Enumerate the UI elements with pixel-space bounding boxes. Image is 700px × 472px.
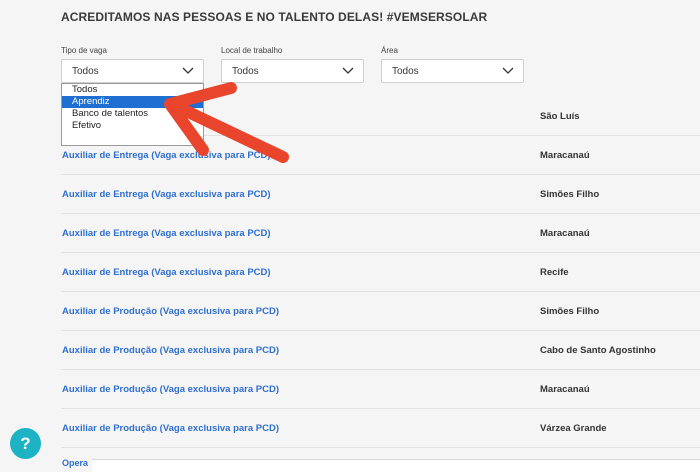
job-title-link[interactable]: Auxiliar de Produção (Vaga exclusiva par…: [62, 384, 279, 395]
job-row[interactable]: Auxiliar de Produção (Vaga exclusiva par…: [61, 370, 700, 409]
area-select[interactable]: Todos: [381, 59, 524, 83]
job-city: São Luís: [540, 111, 580, 122]
job-title-link[interactable]: Auxiliar de Entrega (Vaga exclusiva para…: [62, 189, 271, 200]
job-city: Maracanaú: [540, 150, 590, 161]
job-row[interactable]: Auxiliar de Entrega (Vaga exclusiva para…: [61, 214, 700, 253]
filter-label-local-de-trabalho: Local de trabalho: [221, 46, 283, 55]
chevron-down-icon: [182, 67, 194, 74]
dropdown-option-efetivo[interactable]: Efetivo: [62, 120, 203, 132]
job-city: Maracanaú: [540, 228, 590, 239]
filter-label-tipo-de-vaga: Tipo de vaga: [61, 46, 107, 55]
job-title-link[interactable]: Auxiliar de Entrega (Vaga exclusiva para…: [62, 150, 271, 161]
job-title-link[interactable]: Auxiliar de Produção (Vaga exclusiva par…: [62, 306, 279, 317]
chevron-down-icon: [502, 67, 514, 74]
local-de-trabalho-select[interactable]: Todos: [221, 59, 364, 83]
dropdown-option-todos[interactable]: Todos: [62, 84, 203, 96]
job-city: Recife: [540, 267, 569, 278]
job-city: Várzea Grande: [540, 423, 607, 434]
bottom-overlay-bar: [92, 459, 700, 472]
dropdown-option-aprendiz[interactable]: Aprendiz: [62, 96, 203, 108]
job-city: Maracanaú: [540, 384, 590, 395]
local-de-trabalho-value: Todos: [232, 66, 259, 77]
dropdown-option-banco-de-talentos[interactable]: Banco de talentos: [62, 108, 203, 120]
job-row[interactable]: Auxiliar de Entrega (Vaga exclusiva para…: [61, 253, 700, 292]
job-city: Simões Filho: [540, 306, 600, 317]
job-row[interactable]: Auxiliar de Produção (Vaga exclusiva par…: [61, 292, 700, 331]
page-heading: ACREDITAMOS NAS PESSOAS E NO TALENTO DEL…: [61, 10, 488, 24]
job-title-link[interactable]: Auxiliar de Entrega (Vaga exclusiva para…: [62, 267, 271, 278]
job-row[interactable]: Auxiliar de Entrega (Vaga exclusiva para…: [61, 175, 700, 214]
job-city: Cabo de Santo Agostinho: [540, 345, 656, 356]
job-title-link[interactable]: Auxiliar de Produção (Vaga exclusiva par…: [62, 423, 279, 434]
filter-label-area: Área: [381, 46, 398, 55]
area-value: Todos: [392, 66, 419, 77]
tipo-de-vaga-dropdown-list: Todos Aprendiz Banco de talentos Efetivo: [61, 83, 204, 146]
help-button[interactable]: ?: [10, 428, 41, 459]
job-row[interactable]: Auxiliar de Produção (Vaga exclusiva par…: [61, 331, 700, 370]
tipo-de-vaga-select[interactable]: Todos: [61, 59, 204, 83]
job-title-link[interactable]: Auxiliar de Entrega (Vaga exclusiva para…: [62, 228, 271, 239]
job-row[interactable]: Auxiliar de Produção (Vaga exclusiva par…: [61, 409, 700, 448]
job-city: Simões Filho: [540, 189, 600, 200]
chevron-down-icon: [342, 67, 354, 74]
job-title-link[interactable]: Auxiliar de Produção (Vaga exclusiva par…: [62, 345, 279, 356]
tipo-de-vaga-value: Todos: [72, 66, 99, 77]
